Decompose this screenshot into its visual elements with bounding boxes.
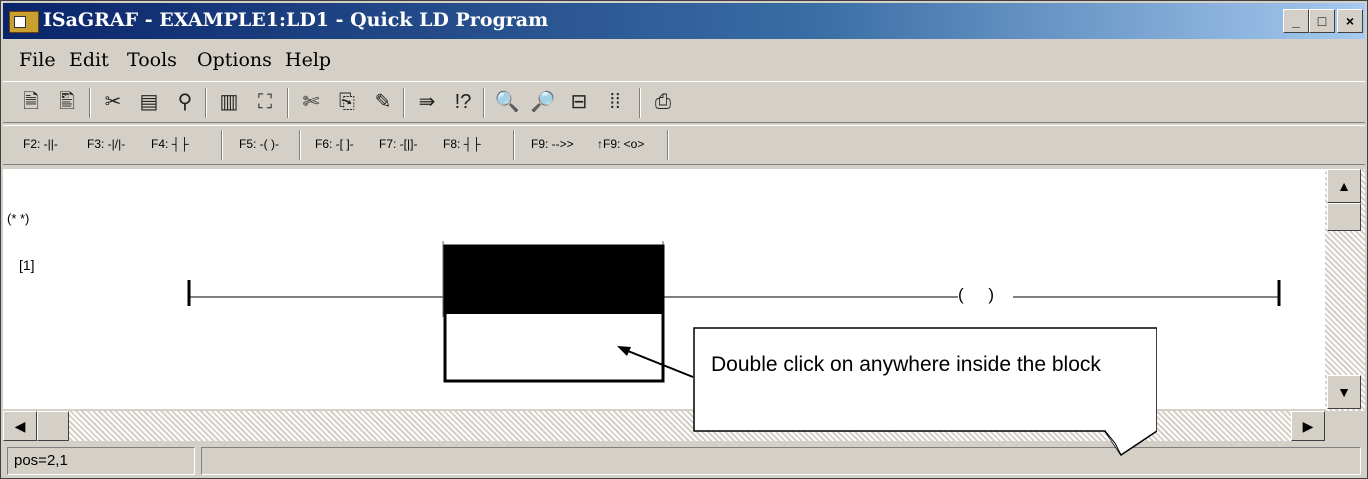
toolbar-separator xyxy=(287,88,289,118)
fit-icon[interactable]: ⊟ xyxy=(565,88,593,116)
scissors-icon[interactable]: ✄ xyxy=(297,88,325,116)
f5-coil-button[interactable]: F5: -( )- xyxy=(239,137,279,151)
toolbar-separator xyxy=(403,88,405,118)
horizontal-scroll-thumb[interactable] xyxy=(37,411,69,441)
f4-parallel-contact-button[interactable]: F4: ┤├ xyxy=(151,137,189,151)
f9-jump-button[interactable]: F9: -->> xyxy=(531,137,574,151)
maximize-button[interactable]: □ xyxy=(1309,9,1335,33)
toolbar-separator xyxy=(639,88,641,118)
menu-file[interactable]: File xyxy=(19,49,56,71)
close-button[interactable]: × xyxy=(1337,9,1363,33)
dictionary-icon[interactable]: ▤ xyxy=(135,88,163,116)
callout-arrow xyxy=(617,346,694,378)
ld-function-toolbar: F2: -||- F3: -|/|- F4: ┤├ F5: -( )- F6: … xyxy=(3,125,1365,165)
title-bar: ISaGRAF - EXAMPLE1:LD1 - Quick LD Progra… xyxy=(3,3,1365,39)
f8-parallel-block-button[interactable]: F8: ┤├ xyxy=(443,137,481,151)
open-doc-icon[interactable]: 🖺 xyxy=(53,88,81,116)
scroll-down-arrow-icon[interactable]: ▼ xyxy=(1327,375,1361,409)
main-toolbar: 🗎 🖺 ✂ ▤ ⚲ ▥ ⛶ ✄ ⎘ ✎ ⇛ !? 🔍 🔎 ⊟ ⁞⁞ ⎙ xyxy=(3,81,1365,123)
toolbar-separator xyxy=(221,130,223,160)
toolbar-separator xyxy=(205,88,207,118)
scroll-left-arrow-icon[interactable]: ◀ xyxy=(3,411,37,441)
toolbar-separator xyxy=(667,130,669,160)
print-icon[interactable]: ⎙ xyxy=(649,88,677,116)
callout-text: Double click on anywhere inside the bloc… xyxy=(711,353,1101,376)
app-icon xyxy=(9,11,39,33)
jump-icon[interactable]: ⇛ xyxy=(413,88,441,116)
coil-icon[interactable]: ( ) xyxy=(958,285,1004,305)
f2-contact-button[interactable]: F2: -||- xyxy=(23,137,58,151)
vertical-scroll-thumb[interactable] xyxy=(1327,203,1361,231)
menu-tools[interactable]: Tools xyxy=(127,49,177,71)
library-icon[interactable]: ▥ xyxy=(215,88,243,116)
copy-icon[interactable]: ⎘ xyxy=(333,88,361,116)
instruction-callout: Double click on anywhere inside the bloc… xyxy=(693,327,1157,457)
f6-block-button[interactable]: F6: -[ ]- xyxy=(315,137,354,151)
menu-edit[interactable]: Edit xyxy=(69,49,109,71)
toolbar-separator xyxy=(513,130,515,160)
minimize-button[interactable]: _ xyxy=(1283,9,1309,33)
scroll-up-arrow-icon[interactable]: ▲ xyxy=(1327,169,1361,203)
program-icon[interactable]: ⚲ xyxy=(171,88,199,116)
toolbar-separator xyxy=(483,88,485,118)
menu-bar: File Edit Tools Options Help xyxy=(3,41,1365,79)
block-icon[interactable]: ⛶ xyxy=(251,88,279,116)
menu-options[interactable]: Options xyxy=(197,49,272,71)
zoom-out-icon[interactable]: 🔍 xyxy=(493,88,521,116)
paste-icon[interactable]: ✎ xyxy=(369,88,397,116)
f7-block-button[interactable]: F7: -[|]- xyxy=(379,137,417,151)
f3-negated-contact-button[interactable]: F3: -|/|- xyxy=(87,137,125,151)
menu-help[interactable]: Help xyxy=(285,49,331,71)
vertical-scrollbar[interactable]: ▲ ▼ xyxy=(1325,169,1365,411)
cursor-position: pos=2,1 xyxy=(7,447,195,475)
scroll-right-arrow-icon[interactable]: ▶ xyxy=(1291,411,1325,441)
cut-icon[interactable]: ✂ xyxy=(99,88,127,116)
toolbar-separator xyxy=(89,88,91,118)
shift-f9-return-button[interactable]: ↑F9: <o> xyxy=(597,137,644,151)
toggle-icon[interactable]: !? xyxy=(449,88,477,116)
status-bar: pos=2,1 xyxy=(3,443,1365,477)
new-doc-icon[interactable]: 🗎 xyxy=(17,88,45,116)
window-title: ISaGRAF - EXAMPLE1:LD1 - Quick LD Progra… xyxy=(43,9,549,31)
zoom-in-icon[interactable]: 🔎 xyxy=(529,88,557,116)
grid-icon[interactable]: ⁞⁞ xyxy=(601,88,629,116)
toolbar-separator xyxy=(299,130,301,160)
isagraf-window: ISaGRAF - EXAMPLE1:LD1 - Quick LD Progra… xyxy=(0,0,1368,479)
